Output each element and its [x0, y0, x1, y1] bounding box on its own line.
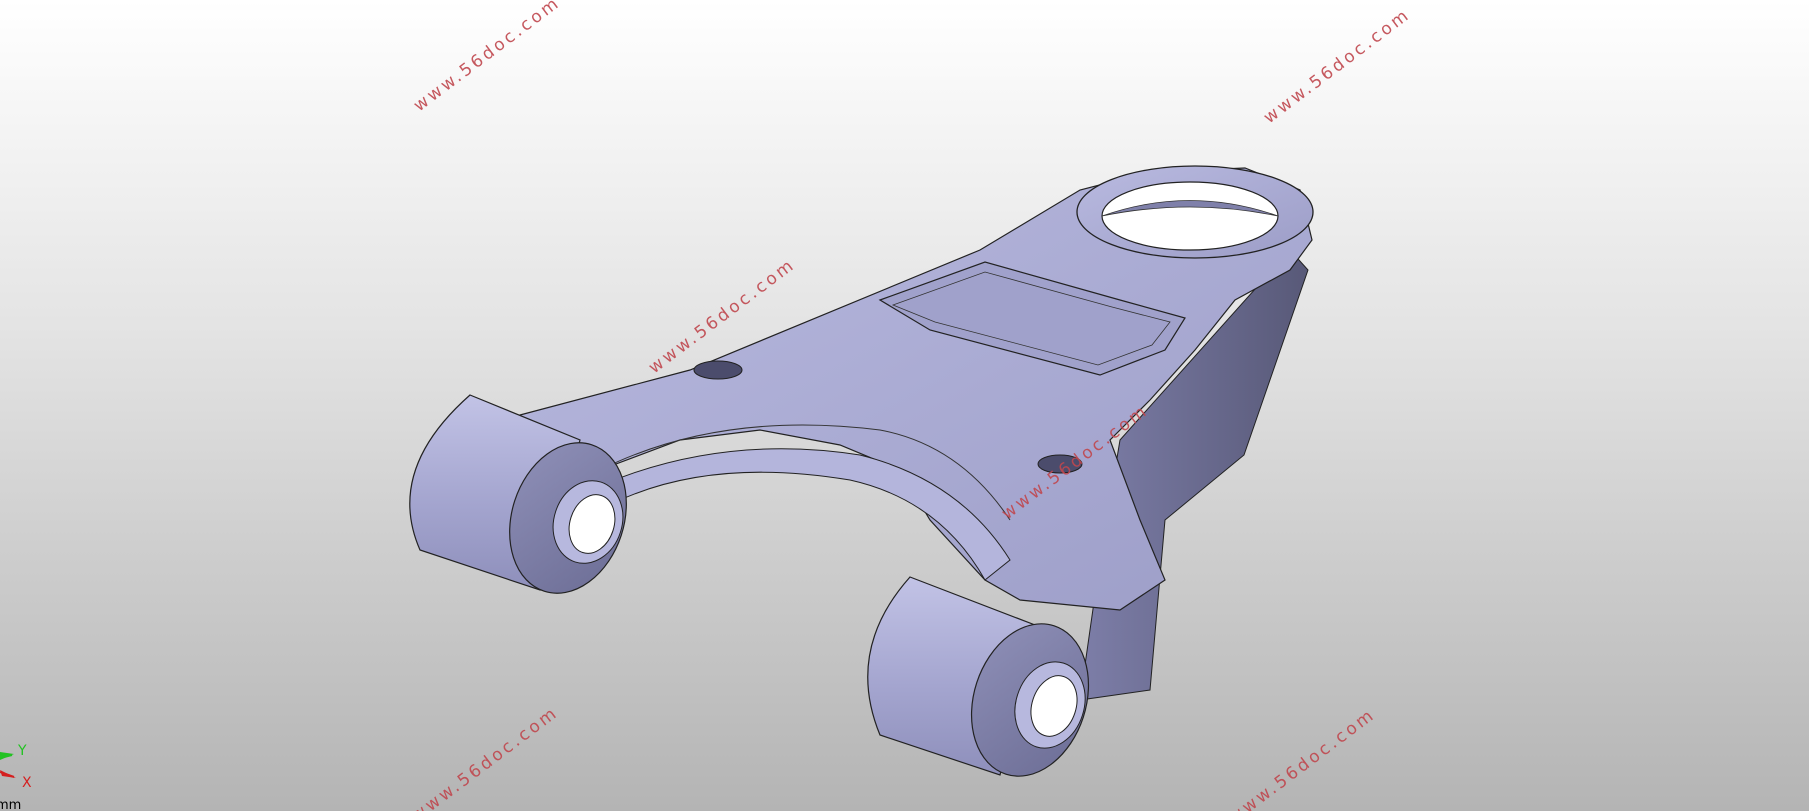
cad-viewport[interactable]: www.56doc.com www.56doc.com www.56doc.co…: [0, 0, 1809, 811]
axis-triad[interactable]: Y X: [0, 740, 40, 790]
axis-x-label: X: [22, 775, 32, 791]
axis-y-label: Y: [18, 743, 27, 759]
small-hole-left: [693, 360, 743, 380]
control-arm-model[interactable]: [0, 0, 1809, 811]
unit-label: mm: [0, 798, 22, 811]
eye-ring-hole: [1101, 181, 1279, 251]
